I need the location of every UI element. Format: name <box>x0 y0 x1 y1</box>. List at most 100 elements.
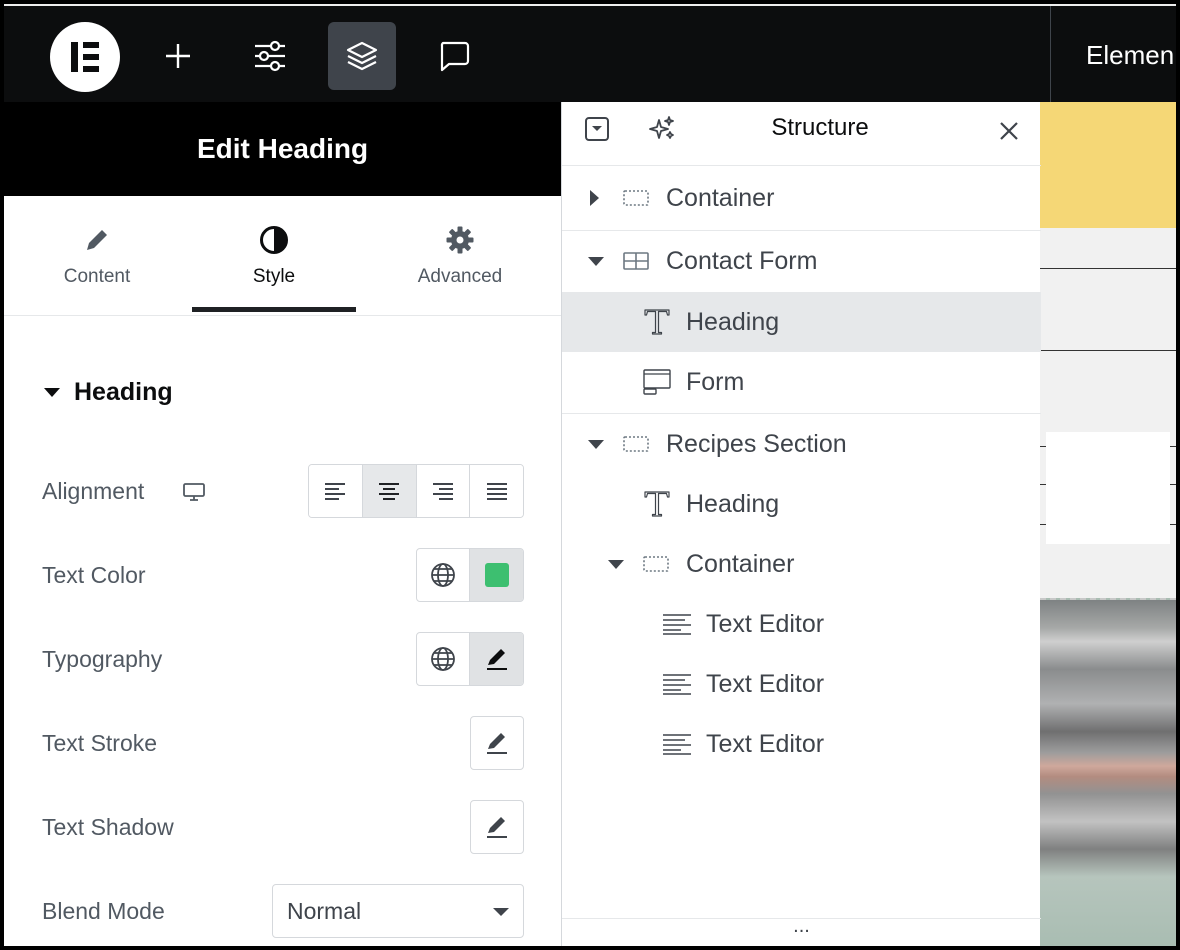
typography-label: Typography <box>42 646 163 672</box>
blend-mode-select[interactable]: Normal <box>272 884 524 938</box>
structure-item-heading[interactable]: Heading <box>562 292 1041 352</box>
panel-tabs: Content Style Advanced <box>4 196 561 316</box>
caret-down-icon[interactable] <box>608 559 624 569</box>
caret-down-icon[interactable] <box>588 256 604 266</box>
form-icon <box>643 369 671 395</box>
heading-t-icon <box>644 309 670 335</box>
grid-icon <box>623 252 649 270</box>
layers-icon <box>346 41 378 71</box>
structure-item-container[interactable]: Container <box>562 534 1041 594</box>
elementor-logo[interactable] <box>50 22 120 92</box>
panel-title: Edit Heading <box>4 102 561 196</box>
alignment-label: Alignment <box>42 478 145 504</box>
pencil-icon <box>487 817 507 838</box>
add-element-button[interactable] <box>144 22 212 90</box>
structure-item-form[interactable]: Form <box>562 352 1041 412</box>
structure-panel: Structure Container Contact Form Heading… <box>561 102 1041 946</box>
edit-text-shadow-button[interactable] <box>470 800 524 854</box>
container-icon <box>643 556 669 572</box>
canvas-divider <box>1040 268 1176 269</box>
desktop-icon[interactable] <box>182 482 206 502</box>
text-color-label: Text Color <box>42 562 146 588</box>
color-swatch <box>484 563 509 587</box>
text-editor-icon <box>663 614 691 635</box>
text-stroke-label: Text Stroke <box>42 730 158 756</box>
app-frame: Elemen Edit Heading Content Style Advanc… <box>4 4 1176 946</box>
structure-item-text-editor[interactable]: Text Editor <box>562 654 1041 714</box>
global-colors-button[interactable] <box>417 549 471 601</box>
structure-item-label: Container <box>686 549 795 578</box>
text-editor-icon <box>663 734 691 755</box>
chat-bubble-icon <box>440 41 470 72</box>
half-circle-icon <box>260 226 288 254</box>
structure-item-label: Form <box>686 367 745 396</box>
structure-item-label: Recipes Section <box>666 429 847 458</box>
structure-item-text-editor[interactable]: Text Editor <box>562 594 1041 654</box>
typography-control <box>416 632 524 686</box>
section-title: Heading <box>74 378 173 406</box>
structure-item-recipes-section[interactable]: Recipes Section <box>562 414 1041 474</box>
structure-item-label: Contact Form <box>666 246 818 275</box>
edit-typography-button[interactable] <box>470 633 523 685</box>
document-title[interactable]: Elemen <box>1086 40 1174 71</box>
structure-header: Structure <box>562 102 1041 166</box>
align-right-icon <box>432 483 453 500</box>
globe-icon <box>431 647 455 671</box>
tab-style[interactable]: Style <box>192 196 356 316</box>
pencil-icon <box>87 230 107 250</box>
top-bar: Elemen <box>4 4 1176 104</box>
tab-content-label: Content <box>63 266 131 287</box>
plus-icon <box>166 44 190 68</box>
structure-item-label: Heading <box>686 307 780 336</box>
structure-item-label: Heading <box>686 489 780 518</box>
gear-icon <box>446 226 474 254</box>
text-color-control <box>416 548 524 602</box>
structure-item-label: Text Editor <box>706 669 825 698</box>
caret-down-icon[interactable] <box>588 439 604 449</box>
structure-item-heading[interactable]: Heading <box>562 474 1041 534</box>
global-fonts-button[interactable] <box>417 633 471 685</box>
align-center-icon <box>379 483 400 500</box>
pencil-icon <box>486 649 507 670</box>
container-icon <box>623 436 649 452</box>
tab-content[interactable]: Content <box>34 196 160 316</box>
heading-t-icon <box>644 491 670 517</box>
align-right-button[interactable] <box>416 465 471 517</box>
tab-advanced[interactable]: Advanced <box>400 196 520 316</box>
site-settings-button[interactable] <box>236 22 304 90</box>
sliders-icon <box>255 40 285 72</box>
color-picker-button[interactable] <box>470 549 523 601</box>
chevron-down-icon <box>493 908 509 916</box>
structure-item-container[interactable]: Container <box>562 168 1041 228</box>
blend-mode-label: Blend Mode <box>42 898 165 924</box>
caret-right-icon[interactable] <box>590 190 599 206</box>
align-center-button[interactable] <box>362 465 417 517</box>
structure-button[interactable] <box>328 22 396 90</box>
structure-item-text-editor[interactable]: Text Editor <box>562 714 1041 774</box>
editor-panel: Edit Heading Content Style Advanced Head… <box>4 102 561 946</box>
globe-icon <box>431 563 455 587</box>
structure-item-label: Text Editor <box>706 609 825 638</box>
align-justify-icon <box>486 483 507 500</box>
close-icon[interactable] <box>998 120 1020 142</box>
align-left-button[interactable] <box>309 465 363 517</box>
align-left-icon <box>325 483 346 500</box>
tab-style-label: Style <box>252 266 296 287</box>
resize-handle[interactable]: ... <box>562 915 1041 946</box>
comments-button[interactable] <box>420 22 488 90</box>
caret-down-icon <box>44 388 60 397</box>
alignment-control <box>308 464 524 518</box>
text-editor-icon <box>663 674 691 695</box>
canvas-image <box>1040 598 1176 946</box>
structure-item-label: Container <box>666 183 775 212</box>
ellipsis-icon: ... <box>793 915 810 937</box>
heading-section-toggle[interactable]: Heading <box>44 378 173 407</box>
pencil-icon <box>487 733 507 754</box>
structure-item-contact-form[interactable]: Contact Form <box>562 231 1041 291</box>
blend-mode-value: Normal <box>287 897 362 924</box>
edit-text-stroke-button[interactable] <box>470 716 524 770</box>
page-canvas-preview[interactable] <box>1040 102 1176 946</box>
align-justify-button[interactable] <box>470 465 523 517</box>
active-tab-indicator <box>192 307 356 312</box>
canvas-divider <box>1040 350 1176 351</box>
